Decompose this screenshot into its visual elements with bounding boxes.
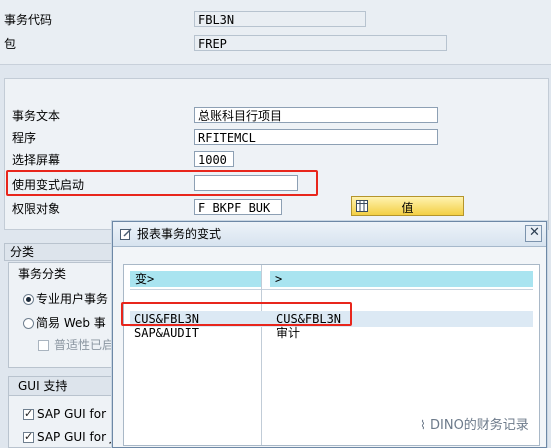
checkbox-gui-html-label: SAP GUI for H (37, 407, 119, 421)
close-icon: ✕ (529, 225, 540, 240)
wechat-icon: ⌇ (420, 418, 426, 432)
table-row[interactable]: SAP&AUDIT 审计 (130, 326, 533, 343)
package-label: 包 (4, 37, 17, 51)
watermark-text: DINO的财务记录 (430, 418, 529, 433)
radio-professional-label: 专业用户事务 (36, 292, 109, 306)
radio-easy-web[interactable] (23, 318, 34, 329)
radio-professional[interactable] (23, 294, 34, 305)
variant-highlight-box (6, 170, 318, 196)
gui-support-title: GUI 支持 (18, 379, 68, 393)
value-button-label: 值 (401, 201, 414, 215)
header-variant-label: 变> (135, 272, 155, 286)
watermark: ⌇ DINO的财务记录 (420, 414, 529, 433)
text-label: 事务文本 (12, 109, 61, 123)
screen-label: 选择屏幕 (12, 153, 61, 167)
checkbox-pervasive-label: 普适性已启 (54, 338, 115, 352)
selection-screen-field[interactable]: 1000 (194, 151, 234, 167)
transaction-text-field[interactable]: 总账科目行项目 (194, 107, 438, 123)
dialog-title: 报表事务的变式 (137, 227, 222, 241)
value-button[interactable]: 值 (351, 196, 464, 216)
auth-object-label: 权限对象 (12, 202, 61, 216)
table-header-row: 变> > (130, 271, 533, 290)
header-panel (0, 0, 551, 65)
variant-row-highlight-box (121, 302, 352, 326)
transaction-type-title: 事务分类 (18, 267, 67, 281)
dialog-title-bar: 报表事务的变式 ✕ (113, 222, 546, 247)
tcode-field[interactable]: FBL3N (194, 11, 366, 27)
program-label: 程序 (12, 131, 37, 145)
row-variant-name: SAP&AUDIT (134, 326, 200, 340)
tcode-label: 事务代码 (4, 13, 53, 27)
checkbox-gui-html[interactable] (23, 407, 34, 420)
program-field[interactable]: RFITEMCL (194, 129, 438, 145)
dialog-close-button[interactable]: ✕ (525, 225, 542, 242)
header-text-label: > (275, 272, 283, 286)
checkbox-pervasive[interactable] (38, 340, 49, 351)
auth-object-field[interactable]: F_BKPF_BUK (194, 199, 282, 215)
checkbox-gui-java[interactable] (23, 430, 34, 443)
package-field[interactable]: FREP (194, 35, 447, 51)
radio-easy-web-label: 简易 Web 事 (36, 316, 106, 330)
header-text-cell[interactable] (270, 271, 533, 287)
column-divider (261, 265, 262, 445)
edit-icon (120, 228, 132, 240)
classification-section-title: 分类 (10, 245, 35, 259)
row-variant-text: 审计 (276, 326, 301, 340)
